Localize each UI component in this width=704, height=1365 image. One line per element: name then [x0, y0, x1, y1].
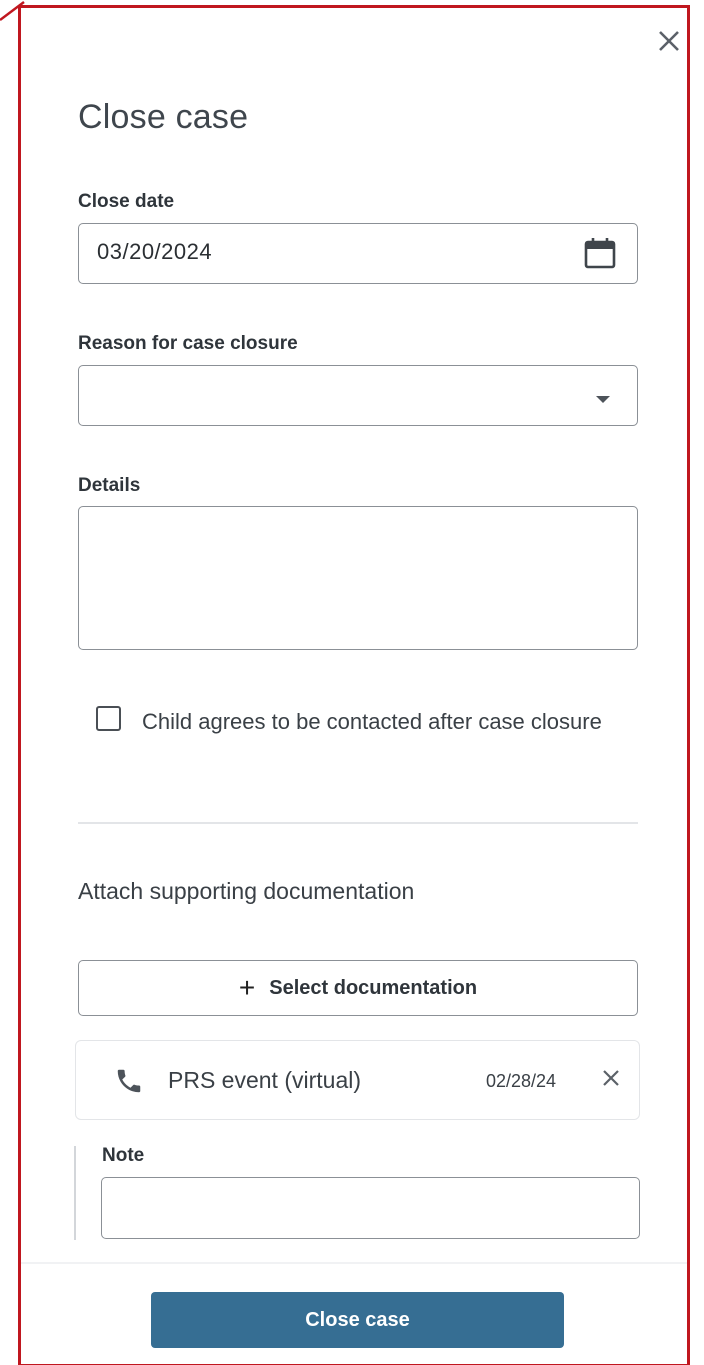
remove-document-icon[interactable] [600, 1067, 622, 1094]
reason-label: Reason for case closure [78, 333, 298, 354]
consent-checkbox[interactable] [96, 706, 121, 731]
phone-icon [114, 1066, 144, 1101]
close-date-label: Close date [78, 191, 175, 212]
dialog-title: Close case [78, 98, 249, 136]
section-divider [78, 822, 638, 824]
select-documentation-button[interactable]: + Select documentation [78, 960, 638, 1016]
note-label: Note [102, 1145, 145, 1166]
close-date-input[interactable]: 03/20/2024 [78, 223, 638, 284]
details-label: Details [78, 475, 141, 496]
attached-document-card: PRS event (virtual) 02/28/24 [75, 1040, 640, 1120]
plus-icon: + [238, 972, 256, 1003]
documentation-section-title: Attach supporting documentation [78, 878, 415, 904]
close-date-value: 03/20/2024 [97, 239, 213, 264]
document-title: PRS event (virtual) [168, 1067, 362, 1093]
select-documentation-label: Select documentation [269, 976, 478, 999]
consent-label[interactable]: Child agrees to be contacted after case … [142, 703, 622, 741]
note-indent-bar [74, 1146, 76, 1240]
dropdown-arrow-icon [595, 392, 611, 410]
note-input[interactable] [101, 1177, 640, 1239]
close-icon[interactable] [652, 24, 686, 58]
calendar-icon[interactable] [583, 236, 617, 275]
corner-decoration [0, 1, 25, 21]
close-case-button[interactable]: Close case [151, 1292, 564, 1348]
document-date: 02/28/24 [486, 1071, 557, 1091]
details-textarea[interactable] [78, 506, 638, 650]
reason-select[interactable] [78, 365, 638, 426]
